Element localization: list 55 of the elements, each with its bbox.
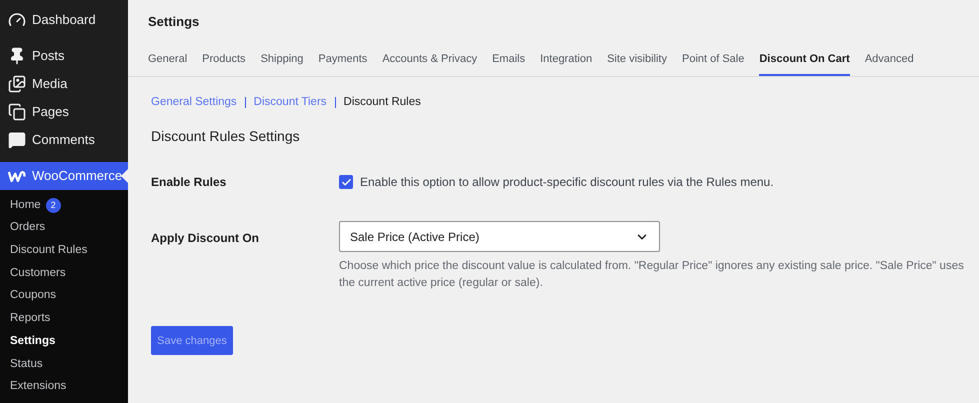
settings-tab[interactable]: Integration xyxy=(540,51,592,76)
settings-tab[interactable]: General xyxy=(148,51,188,76)
field-label: Apply Discount On xyxy=(151,230,260,248)
settings-tab[interactable]: Site visibility xyxy=(607,51,667,76)
checkbox-description: Enable this option to allow product-specific discount rules via the Rules menu. xyxy=(360,174,774,192)
sidebar-menu-item[interactable]: Media xyxy=(0,70,128,98)
sidebar-menu-item[interactable]: Dashboard xyxy=(0,6,128,34)
submenu-item[interactable]: Reports xyxy=(0,307,128,330)
subnav-link[interactable]: General Settings xyxy=(151,94,237,112)
settings-tab[interactable]: Payments xyxy=(318,51,368,76)
submenu-item[interactable]: Status xyxy=(0,352,128,376)
submenu-item[interactable]: Coupons xyxy=(0,284,128,308)
settings-tab[interactable]: Point of Sale xyxy=(682,51,744,76)
section-title: Discount Rules Settings xyxy=(151,127,301,146)
sidebar-menu-item[interactable]: Posts xyxy=(0,42,128,70)
submenu-item[interactable]: Customers xyxy=(0,262,128,285)
pages-icon xyxy=(8,103,26,121)
settings-tab[interactable]: Shipping xyxy=(260,51,304,76)
settings-tab[interactable]: Accounts & Privacy xyxy=(382,51,478,76)
submenu-label: Extensions xyxy=(10,379,66,394)
submenu-label: Reports xyxy=(10,311,50,326)
checkbox[interactable] xyxy=(339,175,353,190)
submenu-label: Home xyxy=(10,198,41,213)
woo-logo-icon xyxy=(8,170,26,182)
submenu-label: Coupons xyxy=(10,288,56,304)
check-icon xyxy=(340,176,352,188)
submenu-item[interactable]: Discount Rules xyxy=(0,239,128,262)
subnav-link[interactable]: Discount Rules xyxy=(344,94,421,112)
settings-tab[interactable]: Products xyxy=(202,51,246,76)
submenu-label: Settings xyxy=(10,334,56,349)
comment-icon xyxy=(8,131,26,149)
submenu-item[interactable]: Home 2 xyxy=(0,194,128,217)
media-icon xyxy=(8,75,26,93)
current-pointer-icon xyxy=(121,169,128,183)
submenu-label: Discount Rules xyxy=(10,243,88,258)
help-text: Choose which price the discount value is calculated from. "Regular Price" ignores any existing sale price. "Sale Price" uses the current active price (regular or sale). xyxy=(339,259,964,292)
select-field[interactable]: Sale Price (Active Price) xyxy=(339,221,660,252)
count-badge: 2 xyxy=(46,198,61,213)
dashboard-icon xyxy=(8,11,26,29)
submenu-label: Customers xyxy=(10,266,66,281)
pin-icon xyxy=(8,47,26,65)
sidebar-menu-item[interactable]: WooCommerce xyxy=(0,162,128,190)
submenu-item[interactable]: Extensions xyxy=(0,376,128,398)
settings-tab[interactable]: Advanced xyxy=(864,51,914,76)
field-label: Enable Rules xyxy=(151,174,228,192)
settings-tab[interactable]: Discount On Cart xyxy=(759,51,850,76)
submenu-item[interactable]: Orders xyxy=(0,216,128,240)
submenu-label: Status xyxy=(10,356,43,372)
submenu-label: Orders xyxy=(10,220,46,236)
sidebar-menu-item[interactable]: Comments xyxy=(0,126,128,154)
page-title: Settings xyxy=(148,13,200,31)
submenu-item[interactable]: Settings xyxy=(0,330,128,353)
subnav-link[interactable]: Discount Tiers xyxy=(254,94,327,112)
settings-tab[interactable]: Emails xyxy=(492,51,526,76)
sidebar-menu-item[interactable]: Pages xyxy=(0,98,128,126)
